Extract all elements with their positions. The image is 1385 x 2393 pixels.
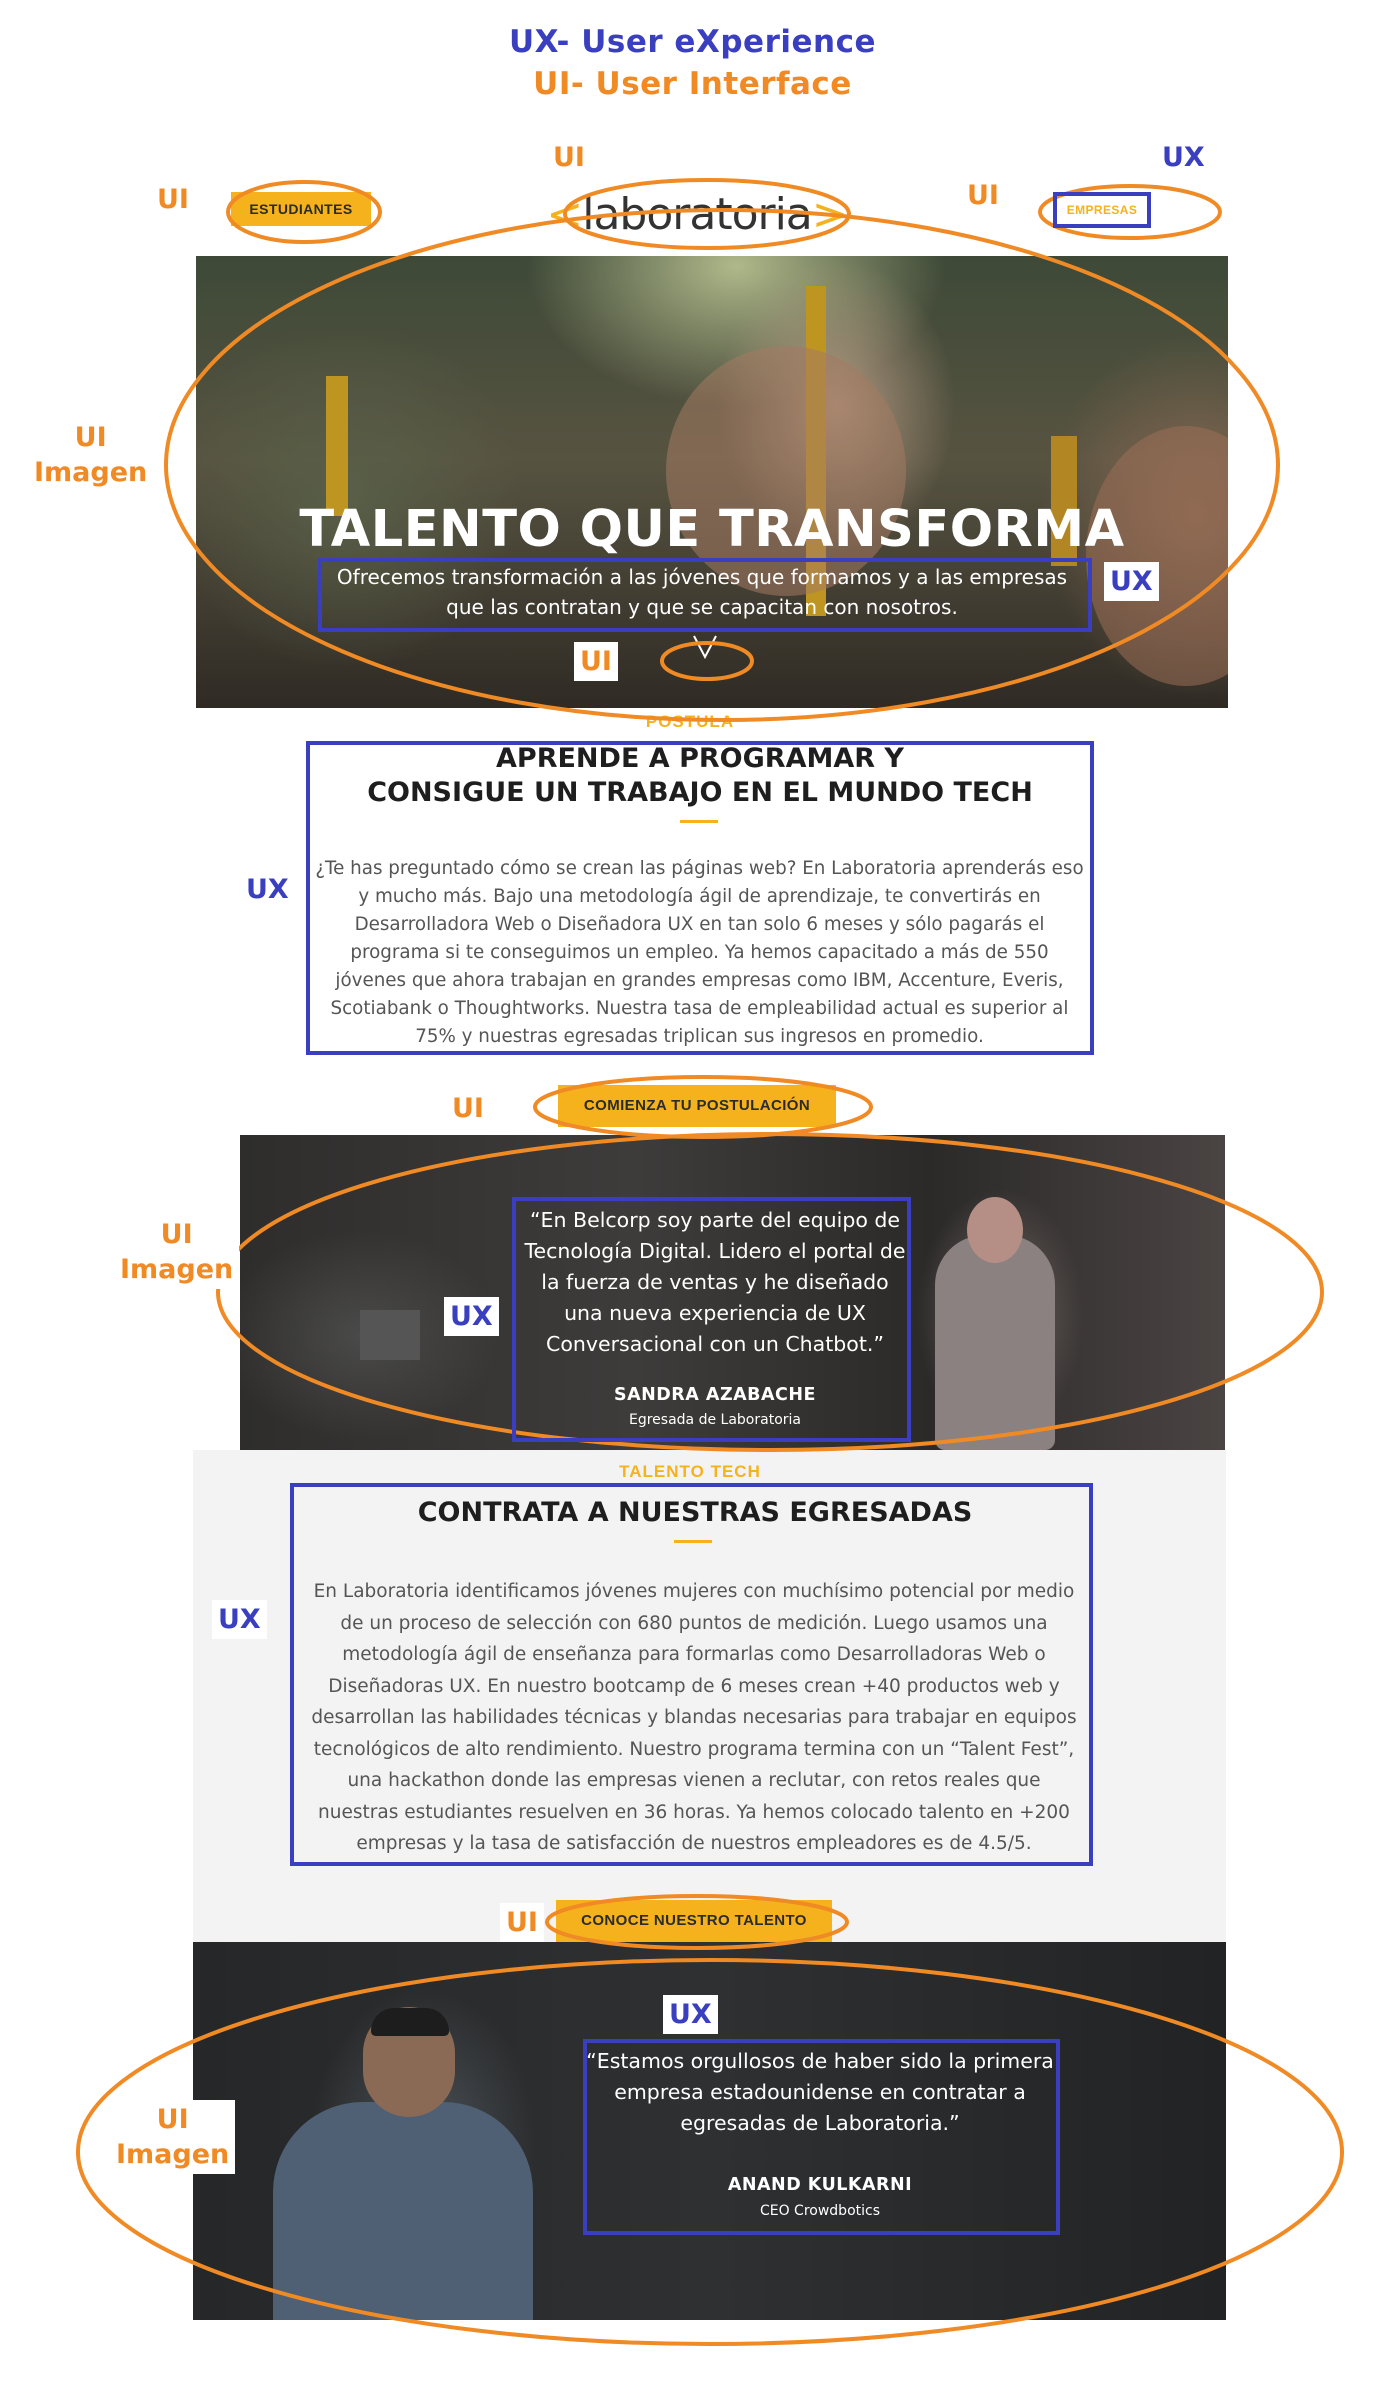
ui-label-testimonial-1: UI Imagen bbox=[114, 1215, 240, 1290]
ux-label-hire: UX bbox=[212, 1600, 267, 1640]
ux-label-hero-subtitle: UX bbox=[1104, 562, 1159, 602]
students-button[interactable]: ESTUDIANTES bbox=[231, 192, 371, 226]
hero-subtitle: Ofrecemos transformación a las jóvenes q… bbox=[336, 565, 1068, 619]
testimonial-1-name: SANDRA AZABACHE bbox=[613, 1385, 817, 1405]
chevron-down-icon[interactable] bbox=[680, 630, 730, 674]
section-eyebrow-talento-tech: TALENTO TECH bbox=[619, 1462, 761, 1481]
start-application-button[interactable]: COMIENZA TU POSTULACIÓN bbox=[558, 1085, 836, 1127]
speaker-2-hair bbox=[371, 2008, 449, 2036]
testimonial-1-quote: “En Belcorp soy parte del equipo de Tecn… bbox=[524, 1208, 906, 1356]
ui-label-logo: UI bbox=[553, 142, 585, 173]
testimonial-2-name: ANAND KULKARNI bbox=[727, 2175, 913, 2195]
ui-label-testimonial-1-ui: UI bbox=[160, 1219, 193, 1250]
ui-label-companies: UI bbox=[967, 180, 999, 211]
ui-label-testimonial-2: UI Imagen bbox=[110, 2100, 236, 2175]
learn-body: ¿Te has preguntado cómo se crean las pág… bbox=[315, 858, 1084, 1047]
learn-divider bbox=[680, 820, 718, 823]
ux-label-learn: UX bbox=[246, 874, 289, 905]
learn-title-line1: APRENDE A PROGRAMAR Y bbox=[496, 743, 904, 774]
logo-text: laboratoria bbox=[582, 188, 813, 240]
legend-ui: UI- User Interface bbox=[533, 66, 852, 102]
ui-label-testimonial-1-imagen: Imagen bbox=[120, 1254, 234, 1286]
section-eyebrow-postula: POSTULA bbox=[645, 712, 735, 731]
legend-ux: UX- User eXperience bbox=[509, 24, 876, 60]
speaker-head bbox=[967, 1197, 1023, 1263]
logo-bracket-left: < bbox=[546, 188, 583, 240]
laboratoria-logo[interactable]: < laboratoria > bbox=[546, 183, 848, 245]
ui-label-students: UI bbox=[157, 184, 189, 215]
testimonial-2-quote: “Estamos orgullosos de haber sido la pri… bbox=[586, 2049, 1054, 2135]
ui-label-cta-2: UI bbox=[500, 1903, 544, 1943]
ui-label-chevron: UI bbox=[574, 642, 618, 682]
logo-bracket-right: > bbox=[811, 188, 849, 240]
hire-divider bbox=[674, 1540, 712, 1543]
ux-label-testimonial-2: UX bbox=[663, 1995, 718, 2035]
speaker-2-figure bbox=[273, 2102, 533, 2320]
stage-equipment bbox=[360, 1310, 420, 1360]
ui-label-testimonial-2-imagen: Imagen bbox=[116, 2139, 230, 2171]
ui-label-hero: UI Imagen bbox=[28, 418, 154, 493]
ui-label-testimonial-2-ui: UI bbox=[156, 2104, 189, 2135]
hero-title: TALENTO QUE TRANSFORMA bbox=[299, 500, 1125, 559]
testimonial-2-role: CEO Crowdbotics bbox=[759, 2203, 881, 2219]
meet-talent-button[interactable]: CONOCE NUESTRO TALENTO bbox=[556, 1900, 832, 1942]
hire-title: CONTRATA A NUESTRAS EGRESADAS bbox=[417, 1497, 973, 1528]
ux-label-companies: UX bbox=[1162, 142, 1205, 173]
ui-label-cta-1: UI bbox=[452, 1093, 484, 1124]
speaker-figure bbox=[935, 1235, 1055, 1450]
learn-title-line2: CONSIGUE UN TRABAJO EN EL MUNDO TECH bbox=[367, 777, 1033, 808]
hire-body: En Laboratoria identificamos jóvenes muj… bbox=[311, 1581, 1077, 1854]
ux-label-testimonial-1: UX bbox=[444, 1297, 499, 1337]
testimonial-1-role: Egresada de Laboratoria bbox=[629, 1412, 801, 1428]
ui-label-hero-imagen: Imagen bbox=[34, 457, 148, 489]
ui-label-hero-ui: UI bbox=[74, 422, 107, 453]
companies-button[interactable]: EMPRESAS bbox=[1055, 194, 1149, 226]
